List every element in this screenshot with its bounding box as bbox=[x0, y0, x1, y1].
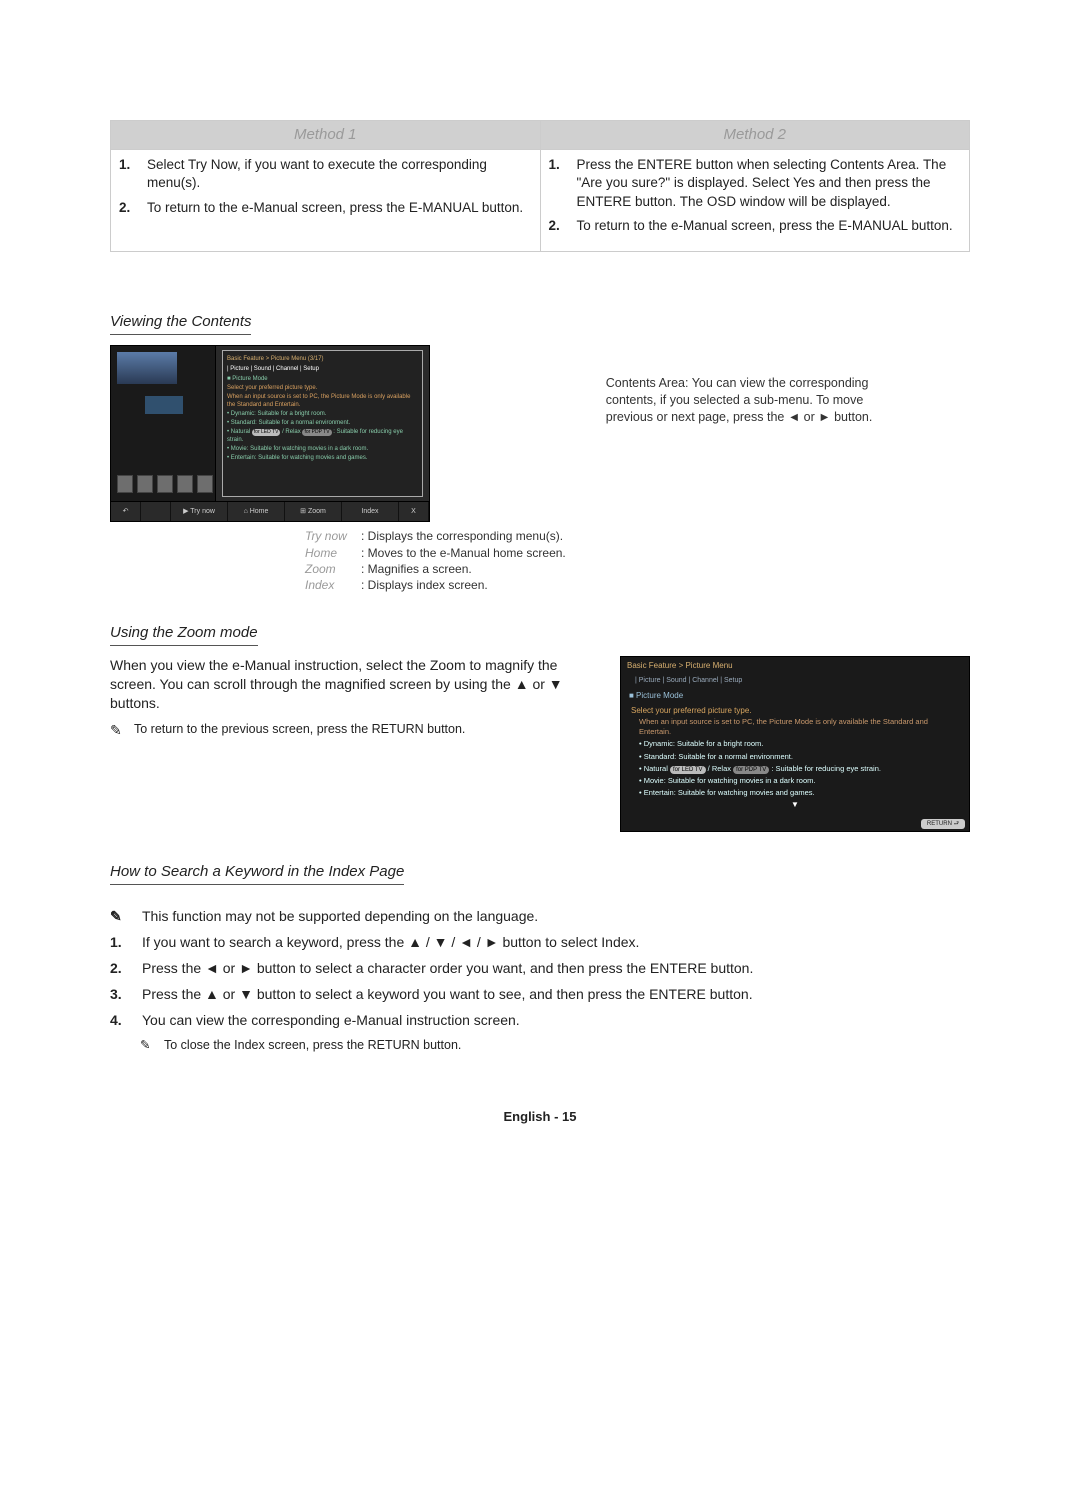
method1-header: Method 1 bbox=[111, 121, 541, 150]
zoom-shot-bullet: • Entertain: Suitable for watching movie… bbox=[639, 788, 959, 798]
legend-home-key: Home bbox=[305, 545, 353, 561]
method1-cell: 1. Select Try Now, if you want to execut… bbox=[111, 150, 541, 252]
section-zoom: Using the Zoom mode bbox=[110, 623, 258, 646]
step-num: 1. bbox=[110, 933, 132, 952]
shot-bullet: • Entertain: Suitable for watching movie… bbox=[227, 454, 418, 462]
m2-step2-num: 2. bbox=[549, 217, 567, 235]
home-button[interactable]: ⌂ Home bbox=[228, 502, 285, 521]
emanual-sidebar bbox=[111, 346, 216, 501]
close-button[interactable]: X bbox=[399, 502, 429, 521]
contents-area-description: Contents Area: You can view the correspo… bbox=[606, 345, 906, 426]
m2-step1-num: 1. bbox=[549, 156, 567, 211]
shot-bullet: • Standard: Suitable for a normal enviro… bbox=[227, 419, 418, 427]
search-step3: Press the ▲ or ▼ button to select a keyw… bbox=[142, 985, 753, 1004]
zoom-shot-cond: When an input source is set to PC, the P… bbox=[639, 717, 959, 737]
note-bullet-icon: ✎ bbox=[140, 1037, 154, 1054]
zoom-shot-bullet: • Dynamic: Suitable for a bright room. bbox=[639, 739, 959, 749]
legend-trynow-val: : Displays the corresponding menu(s). bbox=[361, 528, 563, 544]
m2-step1: Press the ENTERE button when selecting C… bbox=[577, 156, 962, 211]
m1-step1: Select Try Now, if you want to execute t… bbox=[147, 156, 532, 192]
emanual-content-area: Basic Feature > Picture Menu (3/17) | Pi… bbox=[222, 350, 423, 497]
method2-header: Method 2 bbox=[540, 121, 970, 150]
m1-step2-num: 2. bbox=[119, 199, 137, 217]
shot-bullet: • Natural for LED TV / Relax for PDP TV … bbox=[227, 428, 418, 444]
led-badge: for LED TV bbox=[252, 429, 281, 436]
sidebar-icon bbox=[137, 475, 153, 493]
thumbnail-image bbox=[117, 352, 177, 384]
search-step2: Press the ◄ or ► button to select a char… bbox=[142, 959, 753, 978]
sidebar-icon bbox=[197, 475, 213, 493]
m1-step2: To return to the e-Manual screen, press … bbox=[147, 199, 532, 217]
search-step4: You can view the corresponding e-Manual … bbox=[142, 1011, 520, 1030]
step-num: 3. bbox=[110, 985, 132, 1004]
led-badge: for LED TV bbox=[670, 766, 706, 774]
shot-bullet: • Movie: Suitable for watching movies in… bbox=[227, 445, 418, 453]
step-num: 4. bbox=[110, 1011, 132, 1030]
return-badge[interactable]: RETURN ⮐ bbox=[921, 819, 965, 829]
note-bullet-icon: ✎ bbox=[110, 907, 132, 926]
legend: Try now : Displays the corresponding menu… bbox=[305, 528, 566, 593]
shot-bullet: • Dynamic: Suitable for a bright room. bbox=[227, 410, 418, 418]
pdp-badge: for PDP TV bbox=[302, 429, 331, 436]
step-num: 2. bbox=[110, 959, 132, 978]
sidebar-icon bbox=[177, 475, 193, 493]
back-button[interactable]: ↶ bbox=[111, 502, 141, 521]
zoom-button[interactable]: ⊞ Zoom bbox=[285, 502, 342, 521]
sidebar-icon bbox=[157, 475, 173, 493]
m1-step1-num: 1. bbox=[119, 156, 137, 192]
zoom-shot-bullet: • Natural for LED TV / Relax for PDP TV … bbox=[639, 764, 959, 774]
shot-cond: When an input source is set to PC, the P… bbox=[227, 393, 418, 409]
breadcrumb: Basic Feature > Picture Menu (3/17) bbox=[227, 355, 418, 363]
zoom-screenshot: Basic Feature > Picture Menu | Picture |… bbox=[620, 656, 970, 832]
method-table: Method 1 Method 2 1. Select Try Now, if … bbox=[110, 120, 970, 252]
index-button[interactable]: Index bbox=[342, 502, 399, 521]
legend-zoom-val: : Magnifies a screen. bbox=[361, 561, 472, 577]
shot-mode: ■ Picture Mode bbox=[227, 375, 418, 383]
pdp-badge: for PDP TV bbox=[733, 766, 769, 774]
try-now-button[interactable]: ▶ Try now bbox=[171, 502, 228, 521]
zoom-shot-tabs: | Picture | Sound | Channel | Setup bbox=[621, 676, 969, 687]
page-footer: English - 15 bbox=[110, 1108, 970, 1126]
section-search: How to Search a Keyword in the Index Pag… bbox=[110, 862, 404, 885]
legend-trynow-key: Try now bbox=[305, 528, 353, 544]
search-keyword-steps: ✎ This function may not be supported dep… bbox=[110, 907, 970, 1053]
zoom-shot-bullet: • Standard: Suitable for a normal enviro… bbox=[639, 752, 959, 762]
shot-desc: Select your preferred picture type. bbox=[227, 384, 418, 392]
zoom-paragraph: When you view the e-Manual instruction, … bbox=[110, 656, 595, 713]
legend-index-key: Index bbox=[305, 577, 353, 593]
zoom-return-note: To return to the previous screen, press … bbox=[134, 721, 465, 740]
legend-zoom-key: Zoom bbox=[305, 561, 353, 577]
zoom-shot-mode: ■ Picture Mode bbox=[621, 688, 969, 705]
note-bullet-icon: ✎ bbox=[110, 721, 124, 740]
legend-index-val: : Displays index screen. bbox=[361, 577, 488, 593]
legend-home-val: : Moves to the e-Manual home screen. bbox=[361, 545, 566, 561]
zoom-shot-bullet: • Movie: Suitable for watching movies in… bbox=[639, 776, 959, 786]
method2-cell: 1. Press the ENTERE button when selectin… bbox=[540, 150, 970, 252]
shot-tabs: | Picture | Sound | Channel | Setup bbox=[227, 365, 418, 373]
emanual-screenshot: Basic Feature > Picture Menu (3/17) | Pi… bbox=[110, 345, 430, 522]
thumbnail-image bbox=[145, 396, 183, 414]
sidebar-icon bbox=[117, 475, 133, 493]
search-close-note: To close the Index screen, press the RET… bbox=[164, 1037, 461, 1054]
search-step1: If you want to search a keyword, press t… bbox=[142, 933, 639, 952]
section-viewing: Viewing the Contents bbox=[110, 312, 251, 335]
search-note: This function may not be supported depen… bbox=[142, 907, 538, 926]
zoom-shot-desc: Select your preferred picture type. bbox=[631, 706, 959, 717]
emanual-bottom-bar: ↶ ▶ Try now ⌂ Home ⊞ Zoom Index X bbox=[111, 501, 429, 521]
m2-step2: To return to the e-Manual screen, press … bbox=[577, 217, 962, 235]
zoom-shot-title: Basic Feature > Picture Menu bbox=[621, 657, 969, 676]
